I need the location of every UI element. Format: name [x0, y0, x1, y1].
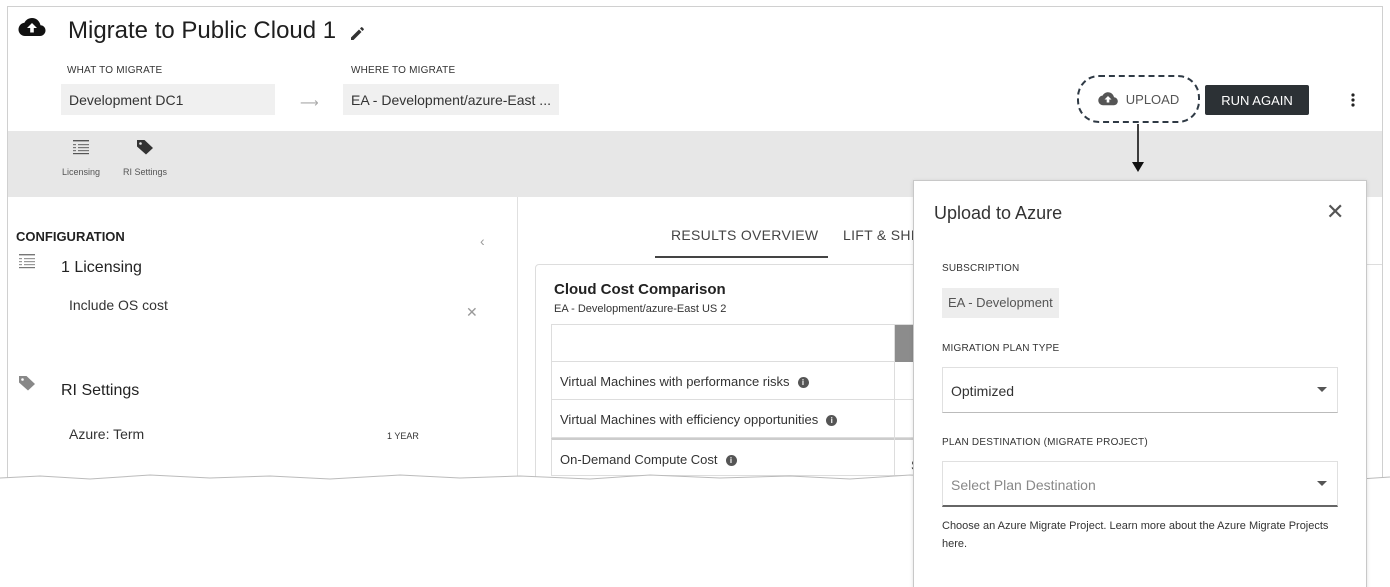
upload-button[interactable]: UPLOAD: [1077, 75, 1200, 123]
dialog-title: Upload to Azure: [934, 203, 1063, 223]
help-text-end: .: [964, 538, 968, 550]
ri-settings-section-title: RI Settings: [61, 382, 140, 399]
tab-lift-and-shift[interactable]: LIFT & SHI: [843, 227, 915, 243]
table-header-row: [551, 324, 951, 362]
plan-type-label: MIGRATION PLAN TYPE: [942, 343, 1060, 354]
info-icon[interactable]: i: [826, 415, 838, 427]
pencil-icon[interactable]: [348, 23, 368, 43]
remove-icon[interactable]: ✕: [466, 304, 478, 321]
destination-placeholder: Select Plan Destination: [951, 477, 1096, 493]
subscription-value: EA - Development: [942, 288, 1059, 318]
cloud-upload-icon: [1098, 92, 1118, 106]
tag-icon: [19, 376, 35, 391]
help-text-body: Choose an Azure Migrate Project. Learn m…: [942, 520, 1329, 532]
table-row: Virtual Machines with performance risks i: [551, 362, 951, 400]
plan-type-select[interactable]: Optimized: [942, 367, 1338, 413]
list-icon: [19, 254, 35, 269]
upload-to-azure-dialog: Upload to Azure ✕ SUBSCRIPTION EA - Deve…: [913, 180, 1367, 587]
tab-results-overview[interactable]: RESULTS OVERVIEW: [671, 227, 818, 243]
plan-header: Migrate to Public Cloud 1 WHAT TO MIGRAT…: [8, 7, 1382, 131]
configuration-panel: CONFIGURATION ‹ 1 Licensing Include OS c…: [8, 197, 518, 478]
row-label: On-Demand Compute Cost: [560, 452, 718, 467]
what-to-migrate-field[interactable]: Development DC1: [61, 84, 275, 115]
toolbar-item-ri-settings[interactable]: RI Settings: [116, 139, 174, 177]
row-label: Virtual Machines with performance risks: [560, 374, 790, 389]
cost-comparison-table: Virtual Machines with performance risks i…: [551, 324, 951, 476]
chevron-down-icon: [1317, 387, 1327, 392]
chevron-down-icon: [1317, 481, 1327, 486]
row-label: Virtual Machines with efficiency opportu…: [560, 412, 819, 427]
card-subtitle: EA - Development/azure-East US 2: [554, 303, 727, 315]
right-arrow-icon: ⟶: [300, 95, 319, 110]
licensing-section-title: 1 Licensing: [61, 259, 142, 276]
card-title: Cloud Cost Comparison: [554, 281, 726, 298]
toolbar-label-licensing: Licensing: [61, 167, 101, 177]
plan-type-value: Optimized: [951, 383, 1015, 399]
destination-label: PLAN DESTINATION (MIGRATE PROJECT): [942, 437, 1148, 448]
configuration-title: CONFIGURATION: [16, 229, 125, 244]
plan-destination-select[interactable]: Select Plan Destination: [942, 461, 1338, 507]
help-link[interactable]: here: [942, 538, 964, 550]
cloud-upload-icon: [18, 18, 46, 36]
more-options-icon[interactable]: [1348, 87, 1358, 113]
info-icon[interactable]: i: [725, 455, 737, 467]
upload-label: UPLOAD: [1125, 91, 1180, 107]
chevron-left-icon[interactable]: ‹: [480, 233, 485, 249]
where-to-migrate-label: WHERE TO MIGRATE: [351, 65, 456, 76]
include-os-cost-item: Include OS cost: [69, 297, 168, 313]
what-to-migrate-label: WHAT TO MIGRATE: [67, 65, 163, 76]
azure-term-item: Azure: Term: [69, 426, 145, 442]
azure-term-value: 1 YEAR: [387, 431, 419, 441]
run-again-button[interactable]: RUN AGAIN: [1205, 85, 1309, 115]
where-to-migrate-field[interactable]: EA - Development/azure-East ...: [343, 84, 559, 115]
close-icon[interactable]: ✕: [1326, 199, 1344, 225]
list-icon: [73, 140, 89, 155]
info-icon[interactable]: i: [797, 377, 809, 389]
page-title: Migrate to Public Cloud 1: [68, 17, 337, 44]
arrow-down-icon: [1132, 124, 1144, 172]
tag-icon: [137, 140, 153, 155]
toolbar-label-ri-settings: RI Settings: [122, 167, 168, 177]
active-tab-indicator: [655, 256, 828, 258]
subscription-label: SUBSCRIPTION: [942, 263, 1020, 274]
help-text: Choose an Azure Migrate Project. Learn m…: [942, 517, 1342, 553]
toolbar-item-licensing[interactable]: Licensing: [58, 139, 104, 177]
table-row: Virtual Machines with efficiency opportu…: [551, 400, 951, 438]
